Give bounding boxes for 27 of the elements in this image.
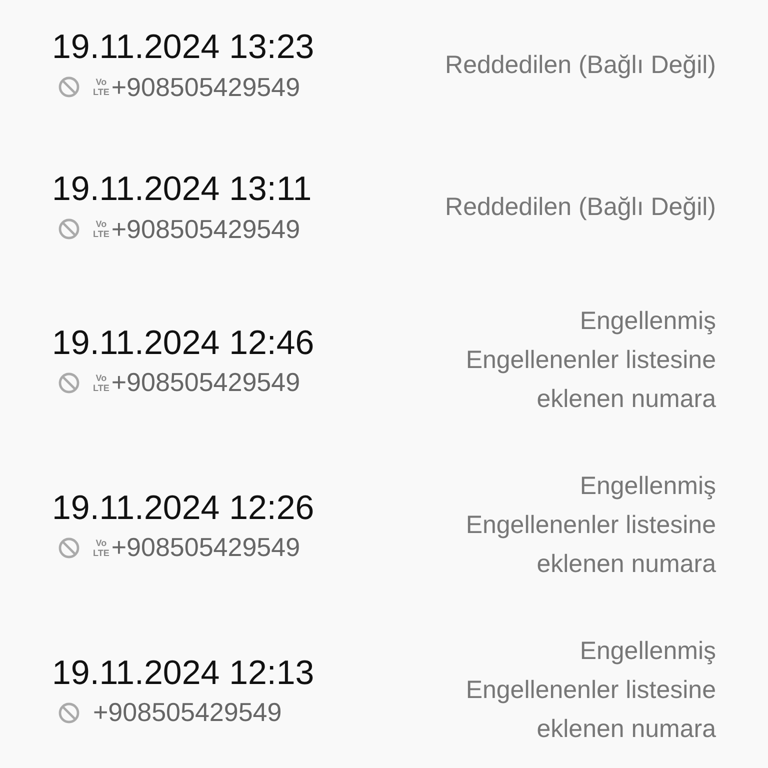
call-status: Engellenmiş xyxy=(580,636,716,667)
call-status: Engellenenler listesine eklenen numara xyxy=(464,675,716,745)
call-status: Reddedilen (Bağlı Değil) xyxy=(445,50,716,80)
call-status: Engellenenler listesine eklenen numara xyxy=(464,510,716,580)
call-datetime: 19.11.2024 13:11 xyxy=(52,169,312,210)
phone-number: +908505429549 xyxy=(111,367,300,398)
phone-number: +908505429549 xyxy=(93,697,282,728)
call-status: Engellenenler listesine eklenen numara xyxy=(464,345,716,415)
phone-number: +908505429549 xyxy=(111,532,300,563)
volte-label: Vo LTE xyxy=(93,77,110,97)
call-status: Engellenmiş xyxy=(580,471,716,502)
volte-label: Vo LTE xyxy=(93,219,110,239)
blocked-icon xyxy=(57,217,81,241)
call-datetime: 19.11.2024 12:26 xyxy=(52,488,314,528)
blocked-icon xyxy=(57,75,81,99)
volte-label: Vo LTE xyxy=(93,538,110,558)
blocked-icon xyxy=(57,536,81,560)
phone-number: +908505429549 xyxy=(111,214,300,244)
call-status: Engellenmiş xyxy=(580,306,716,337)
call-datetime: 19.11.2024 12:46 xyxy=(52,322,314,364)
volte-label: Vo LTE xyxy=(93,372,110,392)
blocked-icon xyxy=(57,370,81,394)
phone-number: +908505429549 xyxy=(111,72,300,102)
call-status: Reddedilen (Bağlı Değil) xyxy=(445,192,716,222)
call-datetime: 19.11.2024 12:13 xyxy=(52,652,314,694)
blocked-icon xyxy=(57,700,81,724)
call-datetime: 19.11.2024 13:23 xyxy=(52,27,314,68)
